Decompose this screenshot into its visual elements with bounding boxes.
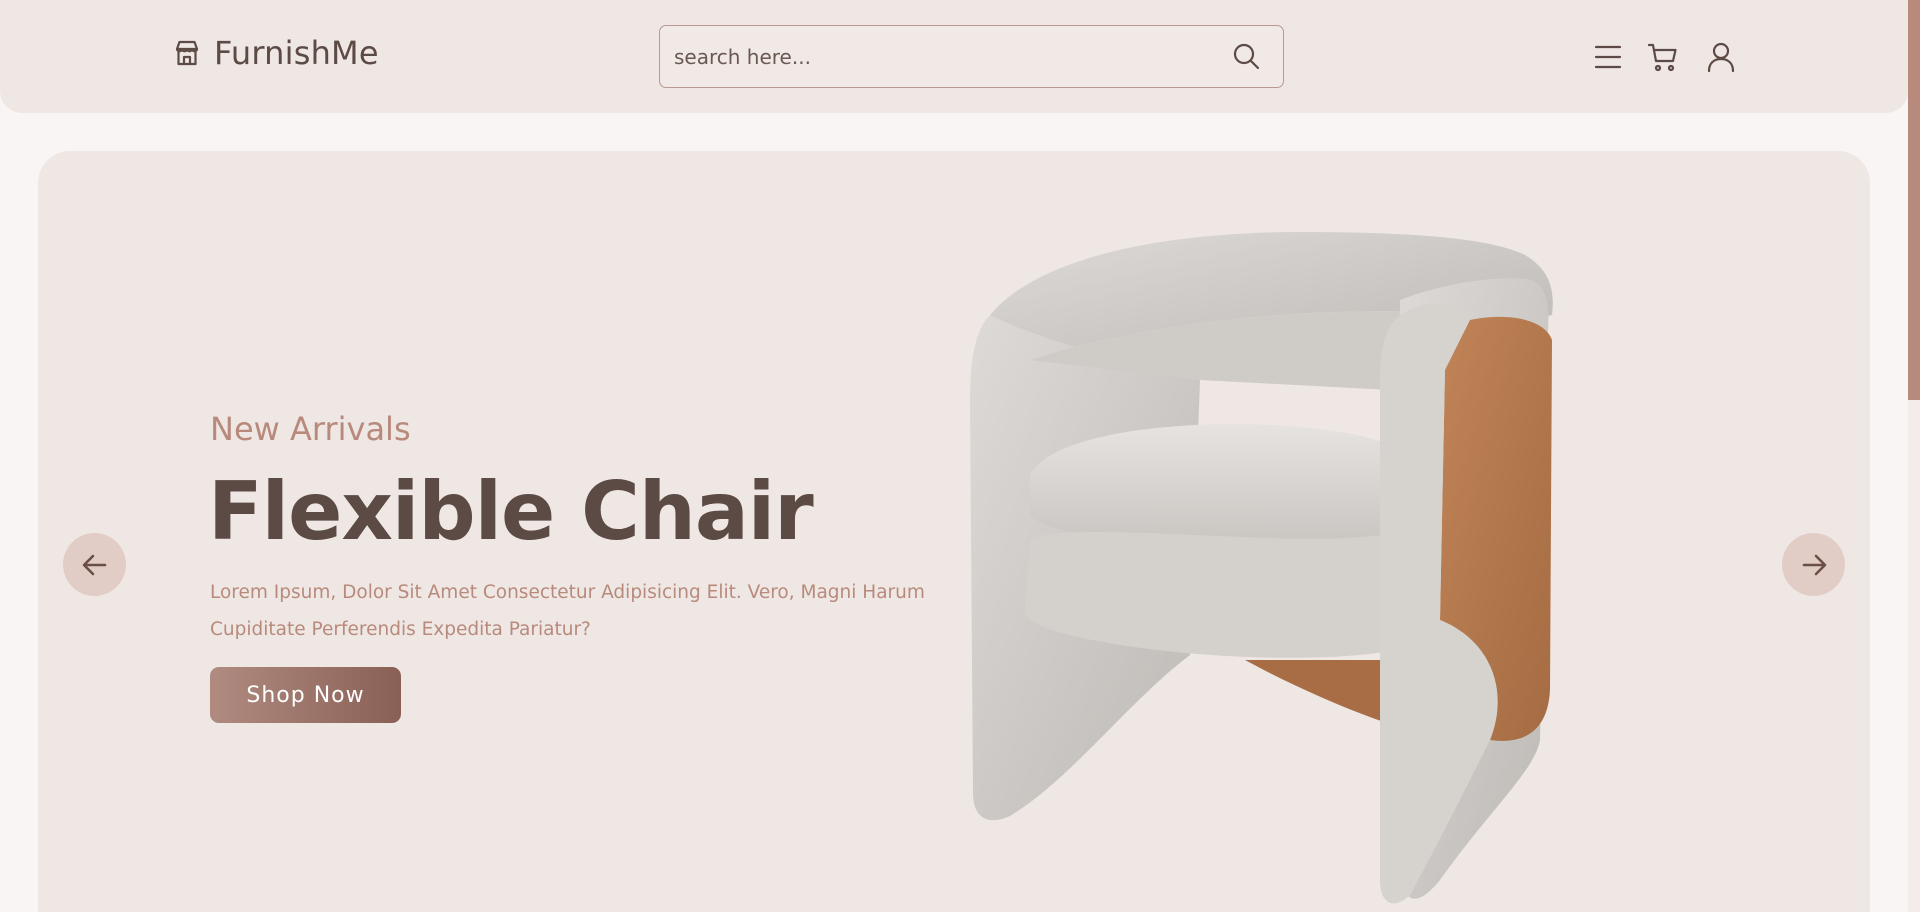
- search-input[interactable]: [674, 38, 1204, 76]
- arrow-left-icon: [82, 554, 106, 575]
- prev-slide-button[interactable]: [63, 533, 126, 596]
- cart-icon[interactable]: [1647, 41, 1679, 73]
- search-icon[interactable]: [1232, 42, 1260, 70]
- user-icon[interactable]: [1705, 41, 1737, 73]
- brand-logo[interactable]: FurnishMe: [172, 34, 379, 72]
- hero-title: Flexible Chair: [208, 465, 814, 558]
- scrollbar-thumb[interactable]: [1908, 0, 1920, 400]
- hero-subtitle: New Arrivals: [210, 410, 411, 448]
- chair-image: [970, 232, 1553, 904]
- brand-name: FurnishMe: [214, 34, 379, 72]
- arrow-right-icon: [1802, 554, 1826, 575]
- menu-icon[interactable]: [1592, 41, 1624, 73]
- store-icon: [175, 40, 199, 66]
- shop-now-button[interactable]: Shop Now: [210, 667, 401, 723]
- hero-description: Lorem Ipsum, Dolor Sit Amet Consectetur …: [210, 582, 925, 640]
- search-box: [659, 25, 1284, 88]
- next-slide-button[interactable]: [1782, 533, 1845, 596]
